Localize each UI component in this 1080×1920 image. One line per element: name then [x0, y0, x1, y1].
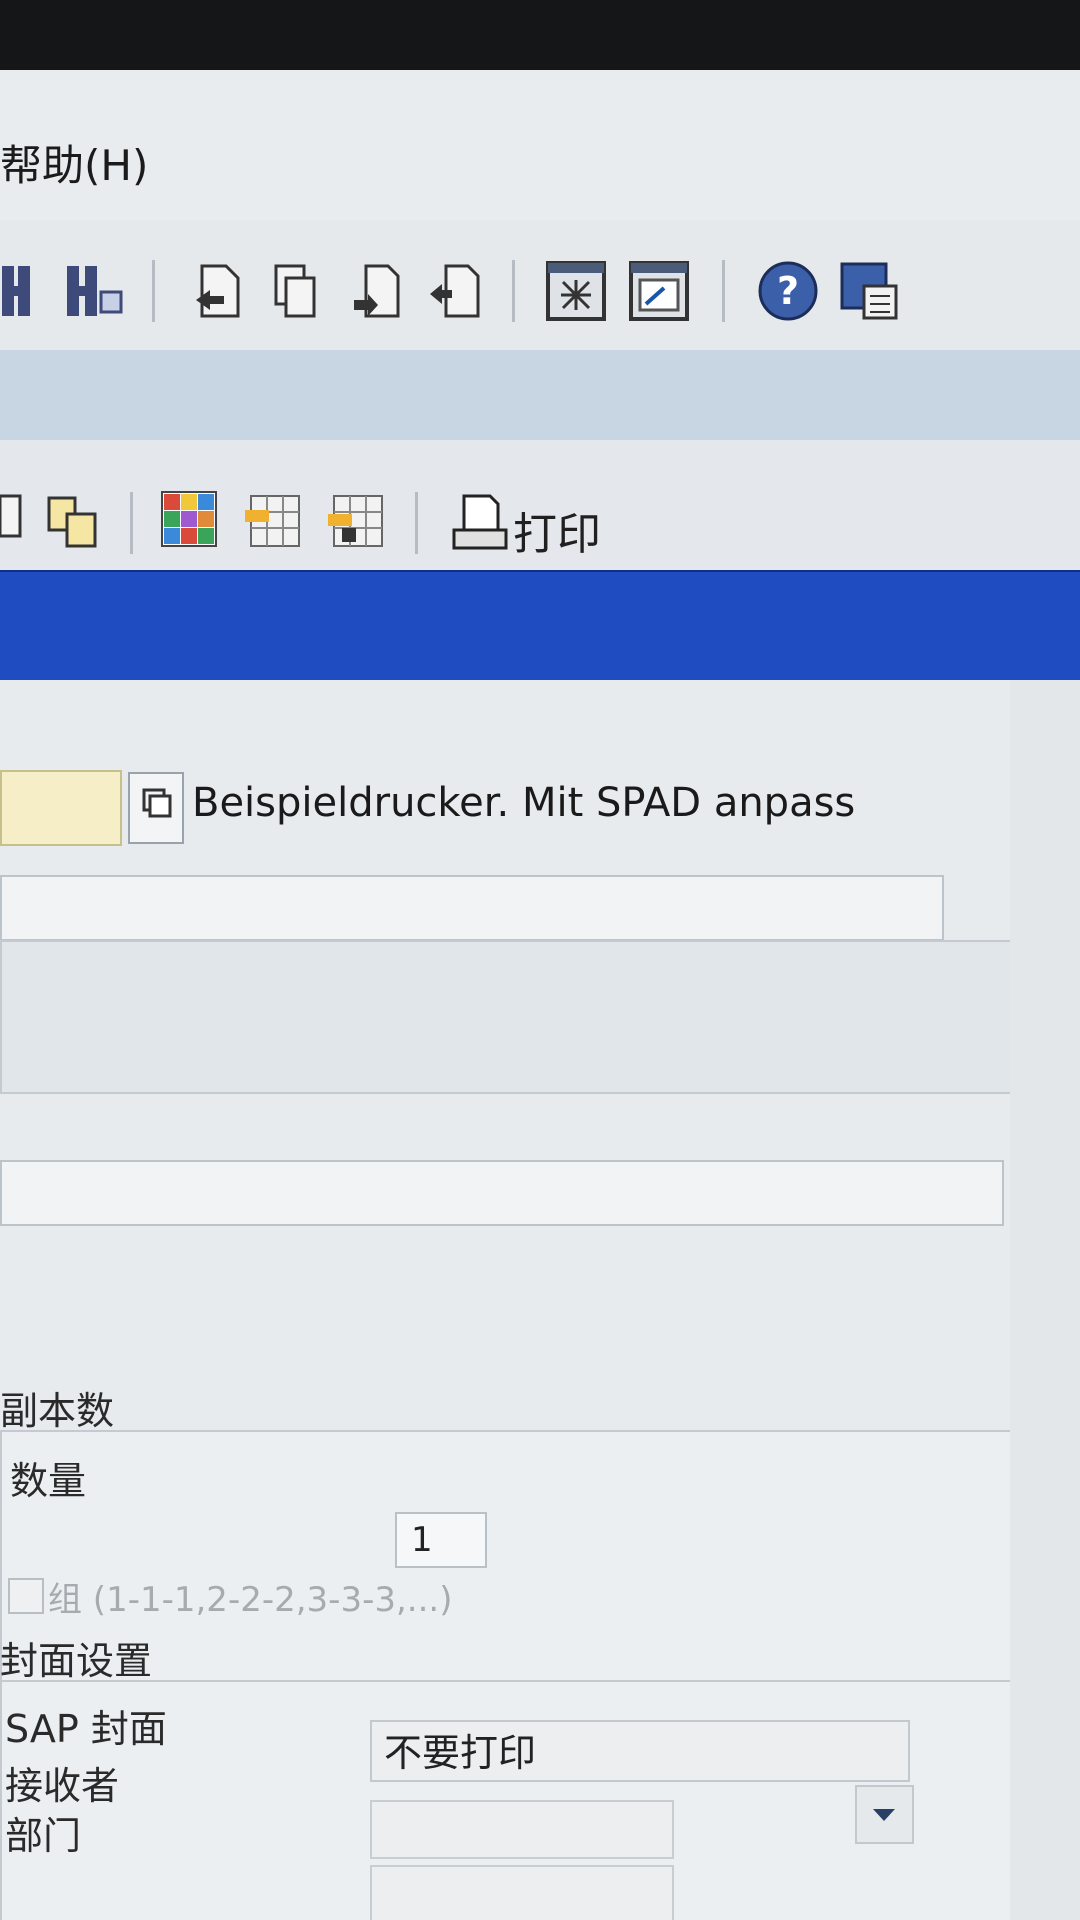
- copies-group: [0, 1430, 1024, 1694]
- printer-description: Beispieldrucker. Mit SPAD anpass: [192, 780, 856, 826]
- menu-bar: 帮助(H): [0, 70, 1080, 222]
- title-area: [0, 350, 1080, 442]
- menu-help[interactable]: 帮助(H): [0, 132, 148, 193]
- chevron-down-icon: [873, 1809, 895, 1821]
- title-field[interactable]: [0, 1160, 1004, 1226]
- quantity-input[interactable]: 1: [395, 1512, 487, 1568]
- department-label: 部门: [5, 1814, 82, 1858]
- system-toolbar: ?: [0, 220, 1080, 352]
- dialog-title-bar: [0, 570, 1080, 682]
- printer-icon[interactable]: [452, 492, 508, 554]
- first-page-icon[interactable]: [0, 260, 50, 322]
- create-session-icon[interactable]: [192, 260, 244, 322]
- print-settings-panel: Beispieldrucker. Mit SPAD anpass 副本数 数量 …: [0, 680, 1080, 1920]
- shortcut-icon[interactable]: [628, 260, 690, 322]
- group-checkbox[interactable]: [8, 1578, 44, 1614]
- color-grid-icon[interactable]: [160, 488, 218, 550]
- print-button-label[interactable]: 打印: [513, 498, 601, 562]
- copy-icon[interactable]: [270, 260, 322, 322]
- recipient-input[interactable]: [370, 1800, 674, 1859]
- recipient-label: 接收者: [5, 1764, 120, 1808]
- insert-row-icon[interactable]: [245, 490, 303, 552]
- output-device-input[interactable]: [0, 770, 122, 846]
- details-icon[interactable]: [45, 490, 101, 552]
- spool-options-group: [0, 940, 1080, 1094]
- value-help-button[interactable]: [128, 772, 184, 844]
- copies-section-title: 副本数: [0, 1389, 115, 1433]
- quantity-label: 数量: [10, 1459, 87, 1503]
- cover-section-title: 封面设置: [0, 1639, 153, 1683]
- group-label: 组 (1-1-1,2-2-2,3-3-3,...): [48, 1580, 453, 1620]
- sap-cover-label: SAP 封面: [5, 1707, 167, 1751]
- right-frame: [1010, 680, 1080, 1920]
- settings-icon[interactable]: [838, 260, 900, 322]
- spool-request-field[interactable]: [0, 875, 944, 941]
- monitor-bezel: [0, 0, 1080, 70]
- layout-icon[interactable]: [545, 260, 607, 322]
- sap-cover-select[interactable]: 不要打印: [370, 1720, 910, 1782]
- download-icon[interactable]: [428, 260, 484, 322]
- sap-window: 帮助(H) ? 打印 Beispieldrucker. Mit SPAD anp…: [0, 70, 1080, 1920]
- sap-cover-dropdown[interactable]: [855, 1785, 914, 1844]
- help-icon[interactable]: ?: [757, 260, 819, 322]
- paste-icon[interactable]: [350, 260, 402, 322]
- filter-icon[interactable]: [0, 490, 24, 552]
- value-help-icon: [142, 788, 172, 818]
- svg-text:?: ?: [777, 269, 799, 313]
- last-page-icon[interactable]: [65, 260, 125, 322]
- department-input[interactable]: [370, 1865, 674, 1920]
- delete-row-icon[interactable]: [328, 490, 386, 552]
- application-toolbar: 打印: [0, 440, 1080, 570]
